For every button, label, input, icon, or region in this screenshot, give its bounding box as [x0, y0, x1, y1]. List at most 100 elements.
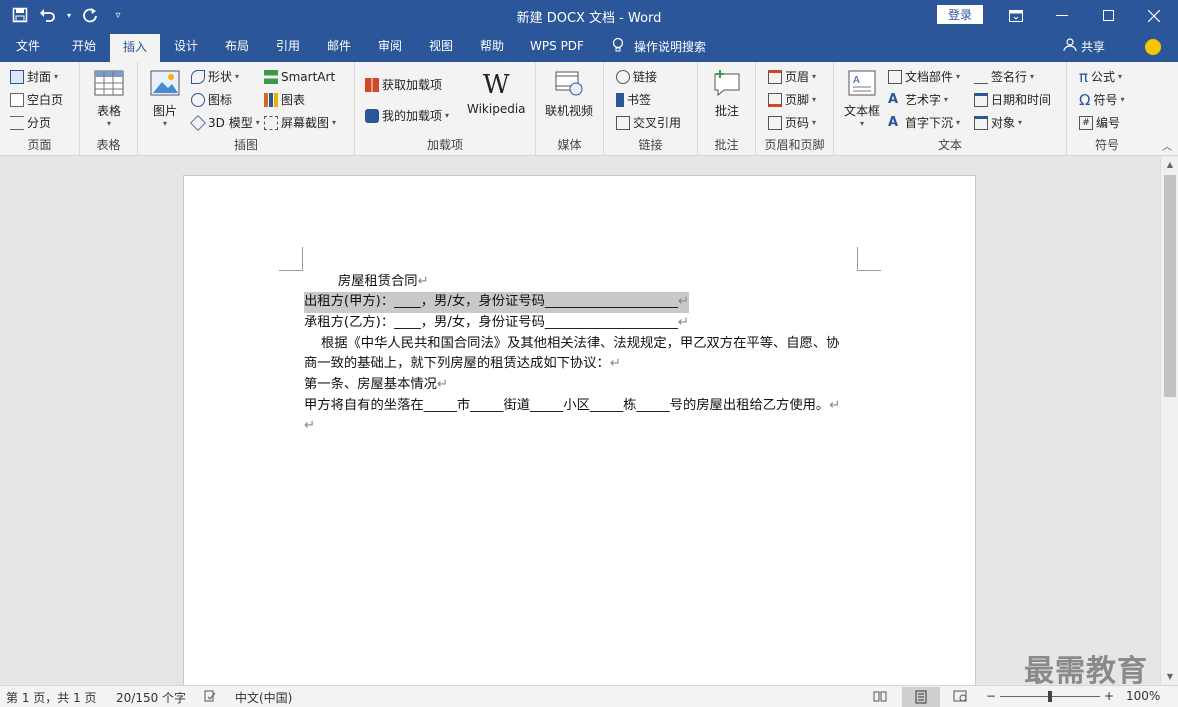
zoom-slider-thumb[interactable]: [1048, 691, 1052, 702]
language-status[interactable]: 中文(中国): [235, 689, 292, 706]
object-button[interactable]: 对象 ▾: [974, 112, 1022, 133]
document-page[interactable]: 房屋租赁合同↵ 出租方(甲方)：____，男/女，身份证号码__________…: [183, 175, 976, 685]
doc-title-line[interactable]: 房屋租赁合同↵: [304, 272, 429, 293]
signature-line-icon: [974, 70, 988, 84]
get-addins-button[interactable]: 获取加载项: [365, 74, 442, 95]
3d-model-button[interactable]: 3D 模型 ▾: [190, 112, 260, 133]
wordart-button[interactable]: A 艺术字 ▾: [888, 89, 948, 110]
group-comments: 批注 批注: [698, 62, 756, 156]
new-comment-button[interactable]: 批注: [712, 68, 742, 119]
table-button[interactable]: 表格 ▾: [94, 68, 124, 128]
tab-home[interactable]: 开始: [59, 31, 109, 62]
proofing-icon[interactable]: [203, 689, 217, 706]
scroll-down-icon[interactable]: ▼: [1161, 669, 1178, 685]
share-label: 共享: [1081, 40, 1106, 54]
text-box-button[interactable]: A 文本框 ▾: [844, 68, 880, 128]
print-layout-icon[interactable]: [902, 687, 940, 707]
page-break-icon: [10, 115, 24, 130]
group-addins: 获取加载项 我的加载项 ▾ W Wikipedia 加载项: [355, 62, 536, 156]
link-button[interactable]: 链接: [616, 66, 657, 87]
cross-reference-button[interactable]: 交叉引用: [616, 112, 681, 133]
tab-references[interactable]: 引用: [263, 31, 313, 62]
collapse-ribbon-icon[interactable]: ︿: [1162, 138, 1172, 153]
blank-page-button[interactable]: 空白页: [10, 89, 63, 110]
read-mode-icon[interactable]: [873, 689, 887, 706]
shapes-button[interactable]: 形状 ▾: [191, 66, 239, 87]
group-media: 联机视频 媒体: [536, 62, 604, 156]
ribbon-tabs: 文件 开始 插入 设计 布局 引用 邮件 审阅 视图 帮助 WPS PDF 操作…: [0, 31, 1178, 62]
login-button[interactable]: 登录: [937, 5, 983, 24]
equation-button[interactable]: π 公式 ▾: [1079, 66, 1122, 87]
cube-icon: [190, 114, 206, 131]
tab-mailings[interactable]: 邮件: [314, 31, 364, 62]
page-count-status[interactable]: 第 1 页，共 1 页: [6, 689, 97, 706]
word-count-status[interactable]: 20/150 个字: [116, 689, 186, 706]
svg-text:A: A: [853, 75, 860, 86]
symbol-button[interactable]: Ω 符号 ▾: [1079, 89, 1125, 110]
drop-cap-button[interactable]: A 首字下沉 ▾: [888, 112, 960, 133]
page-break-button[interactable]: 分页: [10, 112, 51, 133]
addins-icon: [365, 108, 379, 123]
group-header-footer: 页眉 ▾ 页脚 ▾ 页码 ▾ 页眉和页脚: [756, 62, 834, 156]
online-video-button[interactable]: 联机视频: [545, 68, 593, 119]
picture-icon: [150, 70, 180, 96]
icons-button[interactable]: 图标: [191, 89, 232, 110]
doc-line-tenant[interactable]: 承租方(乙方)：____，男/女，身份证号码__________________…: [304, 313, 689, 334]
doc-line-preamble-2[interactable]: 商一致的基础上，就下列房屋的租赁达成如下协议：↵: [304, 354, 621, 375]
screenshot-icon: [264, 115, 278, 130]
minimize-icon[interactable]: [1039, 0, 1085, 31]
feedback-smiley-icon[interactable]: [1145, 39, 1161, 55]
doc-line-article-1[interactable]: 第一条、房屋基本情况↵: [304, 375, 448, 396]
page-number-button[interactable]: 页码 ▾: [768, 112, 816, 133]
quick-parts-button[interactable]: 文档部件 ▾: [888, 66, 960, 87]
doc-line-empty[interactable]: ↵: [304, 416, 315, 437]
tab-help[interactable]: 帮助: [467, 31, 517, 62]
tab-wps-pdf[interactable]: WPS PDF: [522, 31, 592, 62]
tab-file[interactable]: 文件: [4, 31, 52, 62]
icons-icon: [191, 92, 205, 107]
tab-review[interactable]: 审阅: [365, 31, 415, 62]
number-button[interactable]: # 编号: [1079, 112, 1120, 133]
calendar-icon: [974, 92, 988, 107]
shapes-icon: [191, 69, 205, 84]
cover-page-button[interactable]: 封面 ▾: [10, 66, 58, 87]
bookmark-button[interactable]: 书签: [616, 89, 651, 110]
my-addins-button[interactable]: 我的加载项 ▾: [365, 105, 449, 126]
group-illustrations: 图片 ▾ 形状 ▾ 图标 3D 模型 ▾ SmartArt 图表 屏幕截图 ▾ 插图: [138, 62, 355, 156]
close-icon[interactable]: [1131, 0, 1177, 31]
signature-line-button[interactable]: 签名行 ▾: [974, 66, 1034, 87]
date-time-button[interactable]: 日期和时间: [974, 89, 1051, 110]
zoom-out-button[interactable]: −: [986, 689, 996, 703]
group-links: 链接 书签 交叉引用 链接: [604, 62, 698, 156]
scrollbar-thumb[interactable]: [1164, 175, 1176, 397]
chart-button[interactable]: 图表: [264, 89, 305, 110]
footer-button[interactable]: 页脚 ▾: [768, 89, 816, 110]
zoom-level[interactable]: 100%: [1126, 689, 1160, 703]
drop-cap-icon: A: [888, 114, 899, 130]
tab-view[interactable]: 视图: [416, 31, 466, 62]
pi-icon: π: [1079, 67, 1089, 86]
link-icon: [616, 69, 630, 84]
doc-line-landlord[interactable]: 出租方(甲方)：____，男/女，身份证号码__________________…: [304, 292, 690, 313]
wikipedia-button[interactable]: W Wikipedia: [467, 68, 526, 116]
vertical-scrollbar[interactable]: ▲ ▼: [1160, 157, 1178, 685]
smartart-button[interactable]: SmartArt: [264, 66, 335, 87]
group-label-illustrations: 插图: [233, 138, 258, 152]
ribbon-display-options-icon[interactable]: [993, 0, 1039, 31]
doc-line-preamble-1[interactable]: 根据《中华人民共和国合同法》及其他相关法律、法规规定，甲乙双方在平等、自愿、协: [304, 334, 840, 355]
zoom-in-button[interactable]: +: [1104, 689, 1114, 703]
header-button[interactable]: 页眉 ▾: [768, 66, 816, 87]
pictures-button[interactable]: 图片 ▾: [150, 68, 180, 128]
web-layout-icon[interactable]: [953, 689, 967, 706]
share-button[interactable]: 共享: [1063, 31, 1105, 62]
maximize-icon[interactable]: [1085, 0, 1131, 31]
tell-me-search[interactable]: 操作说明搜索: [612, 31, 706, 62]
quick-parts-icon: [888, 69, 902, 84]
scroll-up-icon[interactable]: ▲: [1161, 157, 1178, 173]
tab-layout[interactable]: 布局: [212, 31, 262, 62]
tab-insert[interactable]: 插入: [110, 34, 160, 62]
table-icon: [94, 70, 124, 96]
tab-design[interactable]: 设计: [161, 31, 211, 62]
doc-line-property[interactable]: 甲方将自有的坐落在_____市_____街道_____小区_____栋_____…: [304, 396, 840, 417]
screenshot-button[interactable]: 屏幕截图 ▾: [264, 112, 336, 133]
